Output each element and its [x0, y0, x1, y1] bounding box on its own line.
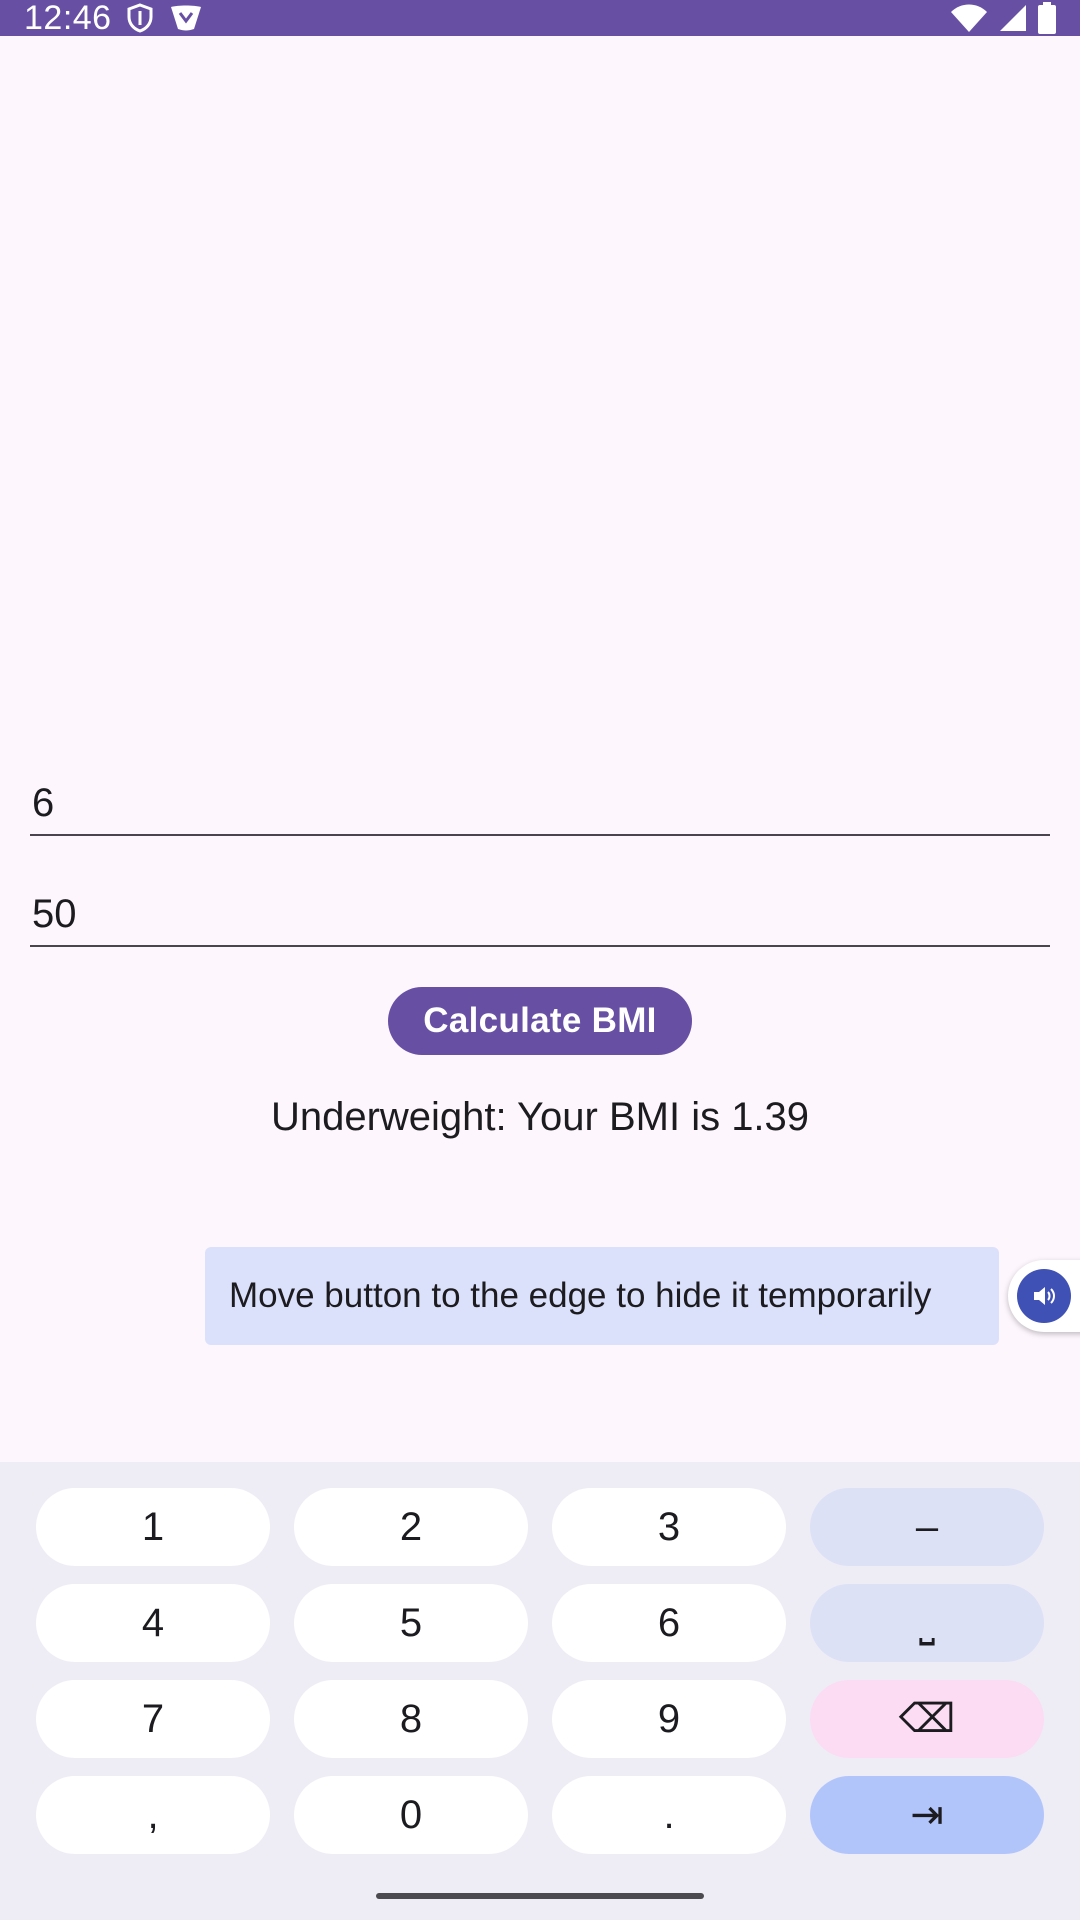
status-right [950, 2, 1056, 34]
key-comma[interactable]: , [36, 1776, 270, 1854]
status-left: 12:46 [24, 0, 204, 36]
hint-tooltip-text: Move button to the edge to hide it tempo… [229, 1276, 932, 1315]
key-space[interactable]: ⎵ [810, 1584, 1044, 1662]
key-next[interactable]: ⇥ [810, 1776, 1044, 1854]
height-input[interactable] [30, 772, 1050, 834]
hint-tooltip: Move button to the edge to hide it tempo… [205, 1247, 999, 1345]
key-minus[interactable]: – [810, 1488, 1044, 1566]
weight-field[interactable] [30, 883, 1050, 947]
key-0[interactable]: 0 [294, 1776, 528, 1854]
calculate-bmi-button[interactable]: Calculate BMI [388, 987, 692, 1055]
key-backspace[interactable]: ⌫ [810, 1680, 1044, 1758]
key-8[interactable]: 8 [294, 1680, 528, 1758]
wifi-icon [950, 3, 988, 33]
weight-input[interactable] [30, 883, 1050, 945]
status-time: 12:46 [24, 0, 112, 37]
home-indicator[interactable] [376, 1893, 704, 1899]
key-1[interactable]: 1 [36, 1488, 270, 1566]
key-4[interactable]: 4 [36, 1584, 270, 1662]
key-period[interactable]: . [552, 1776, 786, 1854]
vpn-key-icon [168, 3, 204, 33]
status-bar: 12:46 [0, 0, 1080, 36]
key-6[interactable]: 6 [552, 1584, 786, 1662]
key-3[interactable]: 3 [552, 1488, 786, 1566]
key-7[interactable]: 7 [36, 1680, 270, 1758]
shield-icon [126, 3, 154, 33]
accessibility-volume-icon[interactable] [1017, 1269, 1071, 1323]
height-field[interactable] [30, 772, 1050, 836]
key-2[interactable]: 2 [294, 1488, 528, 1566]
bmi-result-text: Underweight: Your BMI is 1.39 [270, 1095, 810, 1139]
battery-icon [1038, 2, 1056, 34]
numeric-keyboard: 1 2 3 – 4 5 6 ⎵ 7 8 9 ⌫ , 0 . ⇥ [0, 1462, 1080, 1920]
key-9[interactable]: 9 [552, 1680, 786, 1758]
key-5[interactable]: 5 [294, 1584, 528, 1662]
cell-signal-icon [998, 3, 1028, 33]
